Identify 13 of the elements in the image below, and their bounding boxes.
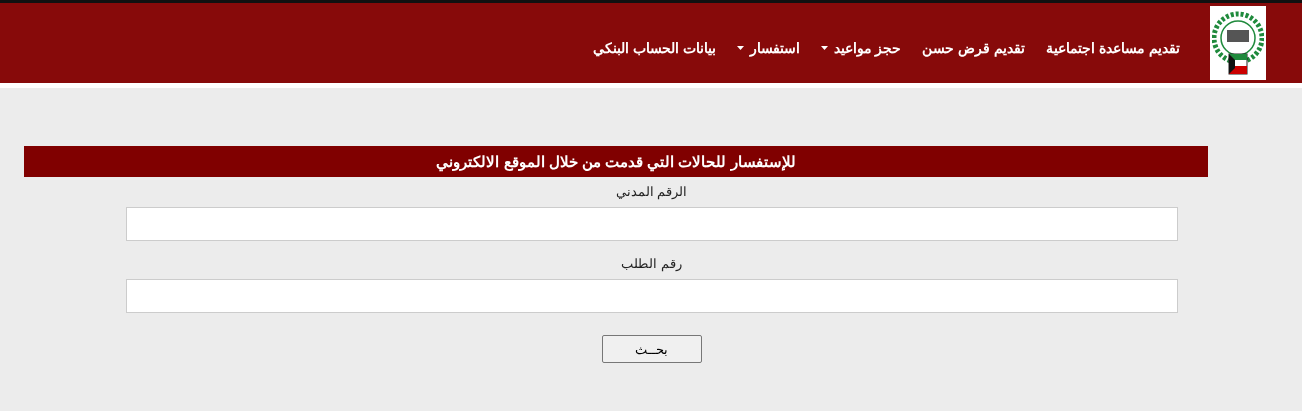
caret-icon (820, 46, 828, 50)
search-button[interactable]: بحــث (601, 335, 702, 363)
field-label: الرقم المدني (615, 184, 688, 199)
caret-icon (736, 46, 744, 50)
nav-link[interactable]: تقديم قرض حسن (922, 40, 1026, 56)
nav-link[interactable]: حجز مواعيد (820, 40, 902, 56)
form-title: للإستفسار للحالات التي قدمت من خلال الموقع الالكتروني (24, 146, 1208, 177)
nav-link[interactable]: بيانات الحساب البنكي (592, 40, 716, 56)
field-label: رقم الطلب (621, 256, 682, 271)
input-field[interactable] (125, 207, 1178, 241)
input-field[interactable] (125, 279, 1178, 313)
nav-link[interactable]: تقديم مساعدة اجتماعية (1046, 40, 1180, 56)
nav-link[interactable]: استفسار (736, 40, 800, 56)
